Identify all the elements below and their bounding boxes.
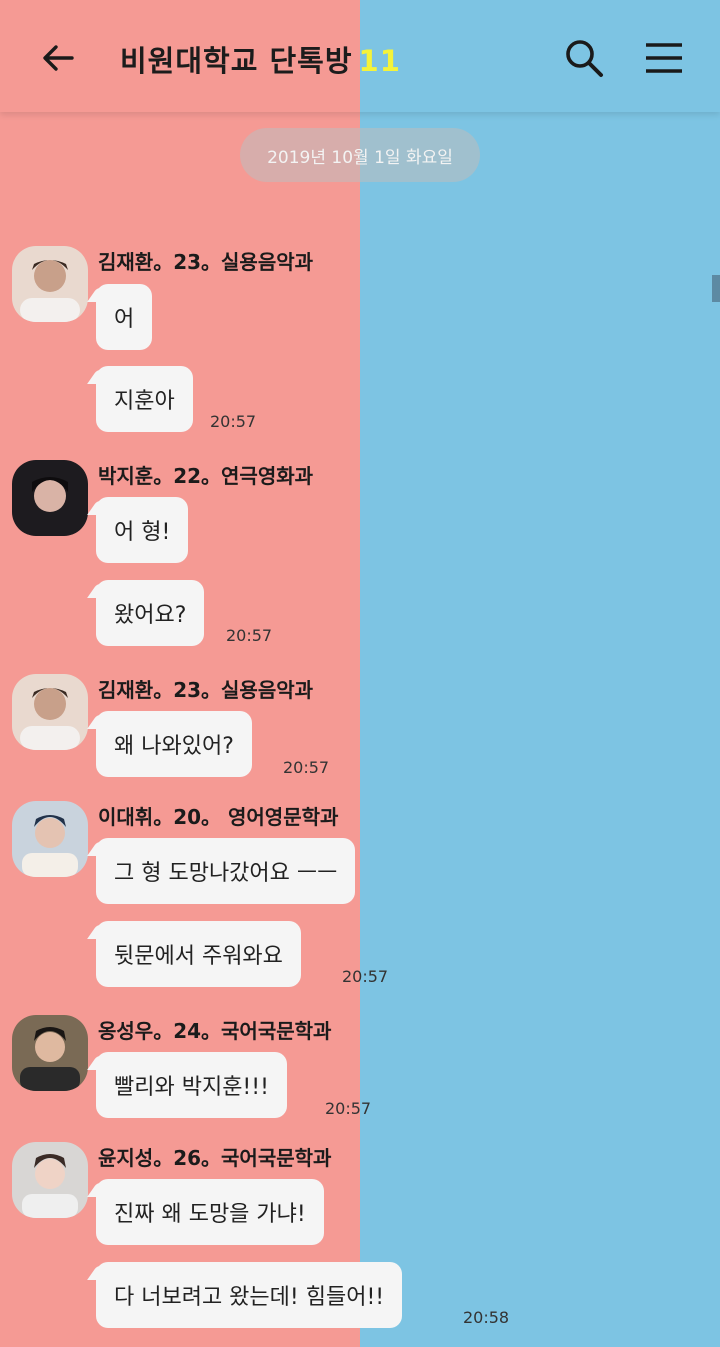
scrollbar-thumb[interactable] (712, 275, 720, 302)
sender-name: 옹성우。24。국어국문학과 (98, 1019, 332, 1043)
message-time: 20:57 (210, 412, 257, 431)
menu-button[interactable] (636, 30, 692, 86)
profile-photo-icon (12, 801, 88, 877)
message-bubble[interactable]: 뒷문에서 주워와요 (96, 921, 301, 987)
message-time: 20:58 (463, 1308, 510, 1327)
avatar[interactable] (12, 246, 88, 322)
message-bubble[interactable]: 어 (96, 284, 153, 350)
message-time: 20:57 (283, 758, 330, 777)
hamburger-menu-icon (646, 43, 682, 73)
avatar[interactable] (12, 460, 88, 536)
message-bubble[interactable]: 그 형 도망나갔어요 ㅡㅡ (96, 838, 356, 904)
profile-photo-icon (12, 1015, 88, 1091)
sender-name: 이대휘。20。 영어영문학과 (98, 805, 339, 829)
arrow-left-icon (43, 45, 74, 71)
message-text: 어 형! (114, 520, 171, 545)
search-button[interactable] (556, 30, 612, 86)
message-text: 어 (114, 307, 135, 332)
chat-room-name: 비원대학교 단톡방 (120, 44, 353, 78)
search-icon (566, 40, 603, 77)
message-text: 그 형 도망나갔어요 ㅡㅡ (114, 861, 338, 886)
sender-name: 김재환。23。실용음악과 (98, 678, 314, 702)
message-bubble[interactable]: 다 너보려고 왔는데! 힘들어!! (96, 1262, 403, 1328)
sender-name: 윤지성。26。국어국문학과 (98, 1146, 332, 1170)
date-divider: 2019년 10월 1일 화요일 (240, 128, 480, 182)
sender-name: 김재환。23。실용음악과 (98, 250, 314, 274)
message-time: 20:57 (342, 967, 389, 986)
member-count: 11 (358, 44, 401, 78)
message-bubble[interactable]: 진짜 왜 도망을 가냐! (96, 1179, 324, 1245)
profile-photo-icon (12, 460, 88, 536)
message-text: 진짜 왜 도망을 가냐! (114, 1202, 306, 1227)
profile-photo-icon (12, 674, 88, 750)
message-bubble[interactable]: 어 형! (96, 497, 189, 563)
avatar[interactable] (12, 674, 88, 750)
message-time: 20:57 (226, 626, 273, 645)
message-bubble[interactable]: 왜 나와있어? (96, 711, 252, 777)
message-time: 20:57 (325, 1099, 372, 1118)
message-text: 빨리와 박지훈!!! (114, 1075, 269, 1100)
message-text: 왜 나와있어? (114, 734, 234, 759)
profile-photo-icon (12, 1142, 88, 1218)
sender-name: 박지훈。22。연극영화과 (98, 464, 314, 488)
message-text: 다 너보려고 왔는데! 힘들어!! (114, 1285, 385, 1310)
message-bubble[interactable]: 빨리와 박지훈!!! (96, 1052, 287, 1118)
back-button[interactable] (30, 30, 86, 86)
avatar[interactable] (12, 1142, 88, 1218)
message-bubble[interactable]: 지훈아 (96, 366, 193, 432)
message-bubble[interactable]: 왔어요? (96, 580, 205, 646)
message-text: 뒷문에서 주워와요 (114, 944, 283, 969)
message-text: 왔어요? (114, 603, 187, 628)
avatar[interactable] (12, 801, 88, 877)
top-app-bar: 비원대학교 단톡방 11 (0, 0, 720, 112)
profile-photo-icon (12, 246, 88, 322)
chat-title: 비원대학교 단톡방 11 (120, 38, 401, 78)
message-text: 지훈아 (114, 389, 175, 414)
avatar[interactable] (12, 1015, 88, 1091)
